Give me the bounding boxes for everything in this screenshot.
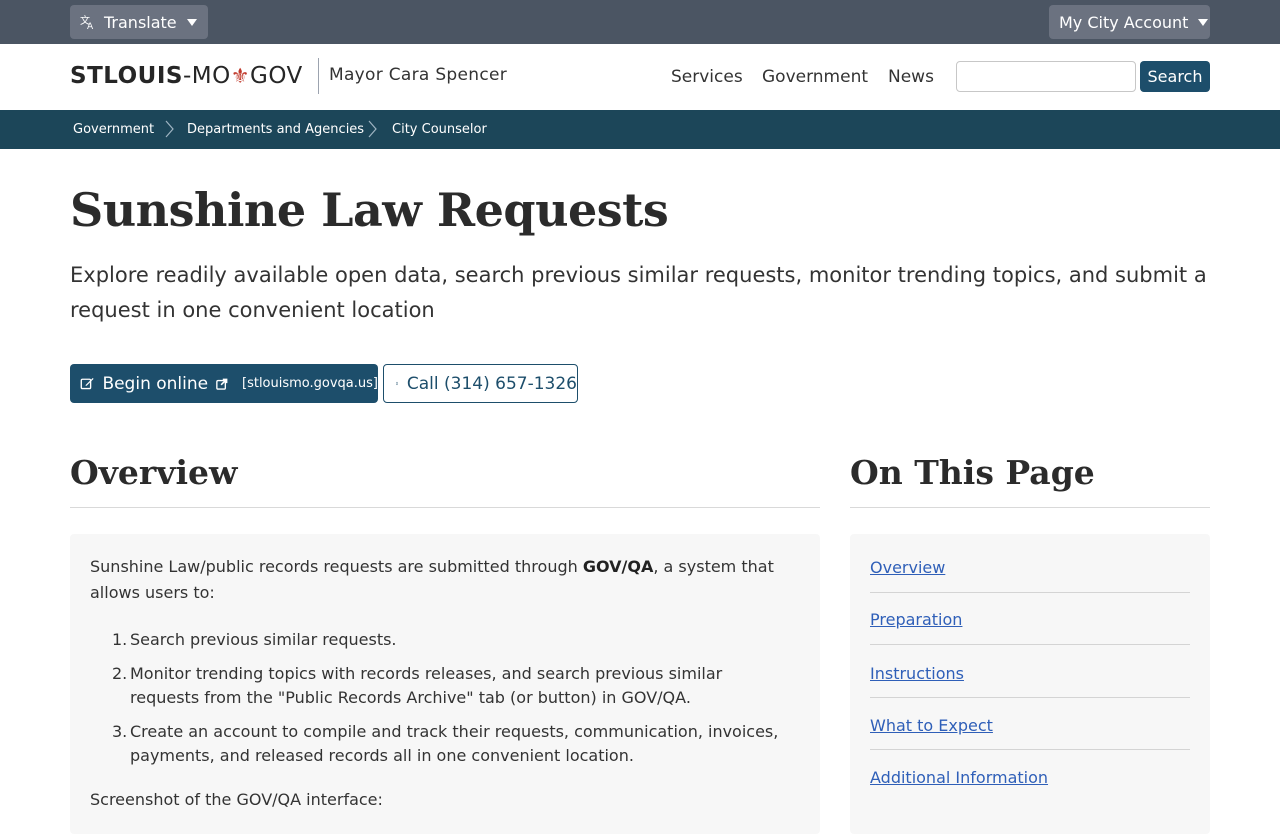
- toc-item: Overview: [870, 541, 1190, 593]
- toc-link-overview[interactable]: Overview: [870, 558, 945, 577]
- toc-item: What to Expect: [870, 698, 1190, 750]
- caret-down-icon: [1198, 19, 1208, 26]
- nav-services[interactable]: Services: [671, 67, 743, 87]
- step-number: 1.: [112, 628, 127, 652]
- begin-online-label: Begin online: [102, 374, 208, 394]
- logo-mo: -MO: [183, 63, 231, 89]
- caret-down-icon: [187, 19, 197, 26]
- overview-intro: Sunshine Law/public records requests are…: [90, 554, 790, 606]
- step-number: 3.: [112, 720, 127, 744]
- list-item: 3.Create an account to compile and track…: [90, 720, 790, 768]
- search-input[interactable]: [956, 61, 1136, 92]
- breadcrumb-city-counselor[interactable]: City Counselor: [392, 122, 487, 137]
- chevron-right-icon: [366, 120, 378, 138]
- call-button[interactable]: Call (314) 657-1326: [383, 364, 578, 403]
- intro-text-before: Sunshine Law/public records requests are…: [90, 557, 583, 576]
- edit-icon: [80, 375, 94, 392]
- logo-divider: [318, 58, 319, 94]
- mayor-name[interactable]: Mayor Cara Spencer: [329, 65, 507, 85]
- mobile-phone-icon: [396, 375, 398, 392]
- svg-text:A: A: [87, 22, 94, 30]
- fleur-de-lis-icon: ⚜: [231, 64, 250, 88]
- on-this-page-divider: [850, 507, 1210, 508]
- translate-icon: 文 A: [80, 14, 96, 30]
- page-title: Sunshine Law Requests: [70, 183, 668, 237]
- logo-stlouis: STLOUIS: [70, 63, 183, 89]
- breadcrumb-departments[interactable]: Departments and Agencies: [187, 122, 364, 137]
- on-this-page-heading: On This Page: [850, 453, 1095, 492]
- translate-button[interactable]: 文 A Translate: [70, 5, 208, 39]
- step-text: Search previous similar requests.: [130, 630, 397, 649]
- translate-label: Translate: [104, 13, 177, 32]
- toc-item: Additional Information: [870, 750, 1190, 802]
- overview-heading: Overview: [70, 453, 237, 492]
- nav-government[interactable]: Government: [762, 67, 868, 87]
- step-number: 2.: [112, 662, 127, 686]
- breadcrumb-government[interactable]: Government: [73, 122, 154, 137]
- overview-steps: 1.Search previous similar requests. 2.Mo…: [90, 628, 790, 778]
- list-item: 2.Monitor trending topics with records r…: [90, 662, 790, 710]
- toc-link-preparation[interactable]: Preparation: [870, 610, 962, 629]
- toc-link-additional-information[interactable]: Additional Information: [870, 768, 1048, 787]
- site-logo[interactable]: STLOUIS-MO⚜GOV: [70, 63, 303, 89]
- page-subtitle: Explore readily available open data, sea…: [70, 258, 1210, 328]
- overview-panel: Sunshine Law/public records requests are…: [70, 534, 820, 834]
- chevron-right-icon: [163, 120, 175, 138]
- step-text: Create an account to compile and track t…: [130, 722, 778, 765]
- logo-gov: GOV: [250, 63, 303, 89]
- overview-divider: [70, 507, 820, 508]
- begin-online-domain: [stlouismo.govqa.us]: [242, 376, 378, 391]
- breadcrumb: Government Departments and Agencies City…: [0, 110, 1280, 149]
- account-label: My City Account: [1059, 13, 1188, 32]
- toc-item: Instructions: [870, 646, 1190, 698]
- list-item: 1.Search previous similar requests.: [90, 628, 790, 652]
- govqa-name: GOV/QA: [583, 557, 654, 576]
- toc-link-instructions[interactable]: Instructions: [870, 664, 964, 683]
- call-label: Call (314) 657-1326: [407, 374, 577, 394]
- toc-item: Preparation: [870, 593, 1190, 645]
- step-text: Monitor trending topics with records rel…: [130, 664, 722, 707]
- external-link-icon: [216, 377, 228, 391]
- site-header: STLOUIS-MO⚜GOV Mayor Cara Spencer Servic…: [0, 44, 1280, 110]
- search-button[interactable]: Search: [1140, 61, 1210, 92]
- utility-bar: 文 A Translate My City Account: [0, 0, 1280, 44]
- nav-news[interactable]: News: [888, 67, 934, 87]
- toc-link-what-to-expect[interactable]: What to Expect: [870, 716, 993, 735]
- begin-online-button[interactable]: Begin online [stlouismo.govqa.us]: [70, 364, 378, 403]
- on-this-page-panel: Overview Preparation Instructions What t…: [850, 534, 1210, 834]
- my-city-account-button[interactable]: My City Account: [1049, 5, 1210, 39]
